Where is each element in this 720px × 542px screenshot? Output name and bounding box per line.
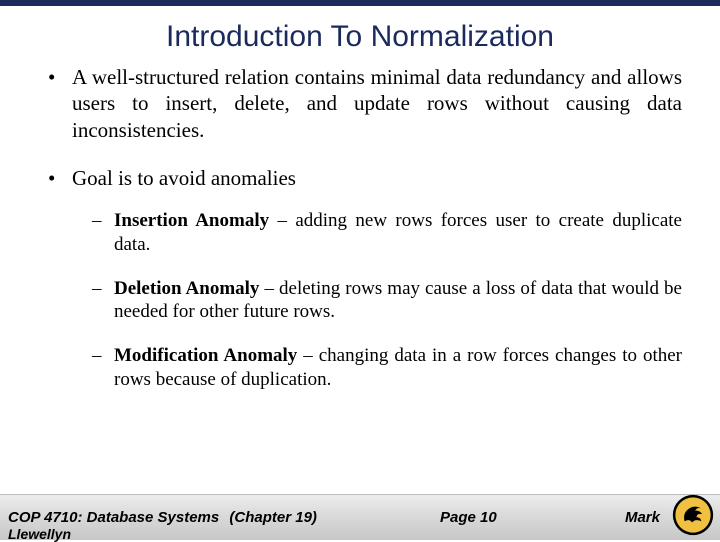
deletion-anomaly-term: Deletion Anomaly	[114, 278, 259, 299]
modification-anomaly-term: Modification Anomaly	[114, 345, 297, 366]
bullet-goal: Goal is to avoid anomalies Insertion Ano…	[48, 165, 682, 392]
footer-page: Page 10	[440, 509, 497, 526]
bullet-definition: A well-structured relation contains mini…	[48, 64, 682, 143]
footer-chapter: (Chapter 19)	[229, 509, 317, 526]
footer-author: Mark	[625, 509, 660, 526]
slide-title: Introduction To Normalization	[0, 20, 720, 54]
top-accent-bar	[0, 0, 720, 6]
slide-content: A well-structured relation contains mini…	[0, 64, 720, 392]
footer-course: COP 4710: Database Systems	[8, 509, 219, 526]
insertion-anomaly-term: Insertion Anomaly	[114, 210, 269, 231]
ucf-pegasus-logo-icon	[672, 494, 714, 536]
sub-bullet-insertion: Insertion Anomaly – adding new rows forc…	[92, 209, 682, 257]
bullet-goal-text: Goal is to avoid anomalies	[72, 166, 296, 190]
sub-bullet-deletion: Deletion Anomaly – deleting rows may cau…	[92, 277, 682, 325]
sub-bullet-modification: Modification Anomaly – changing data in …	[92, 344, 682, 392]
slide-footer: COP 4710: Database Systems (Chapter 19) …	[0, 494, 720, 540]
